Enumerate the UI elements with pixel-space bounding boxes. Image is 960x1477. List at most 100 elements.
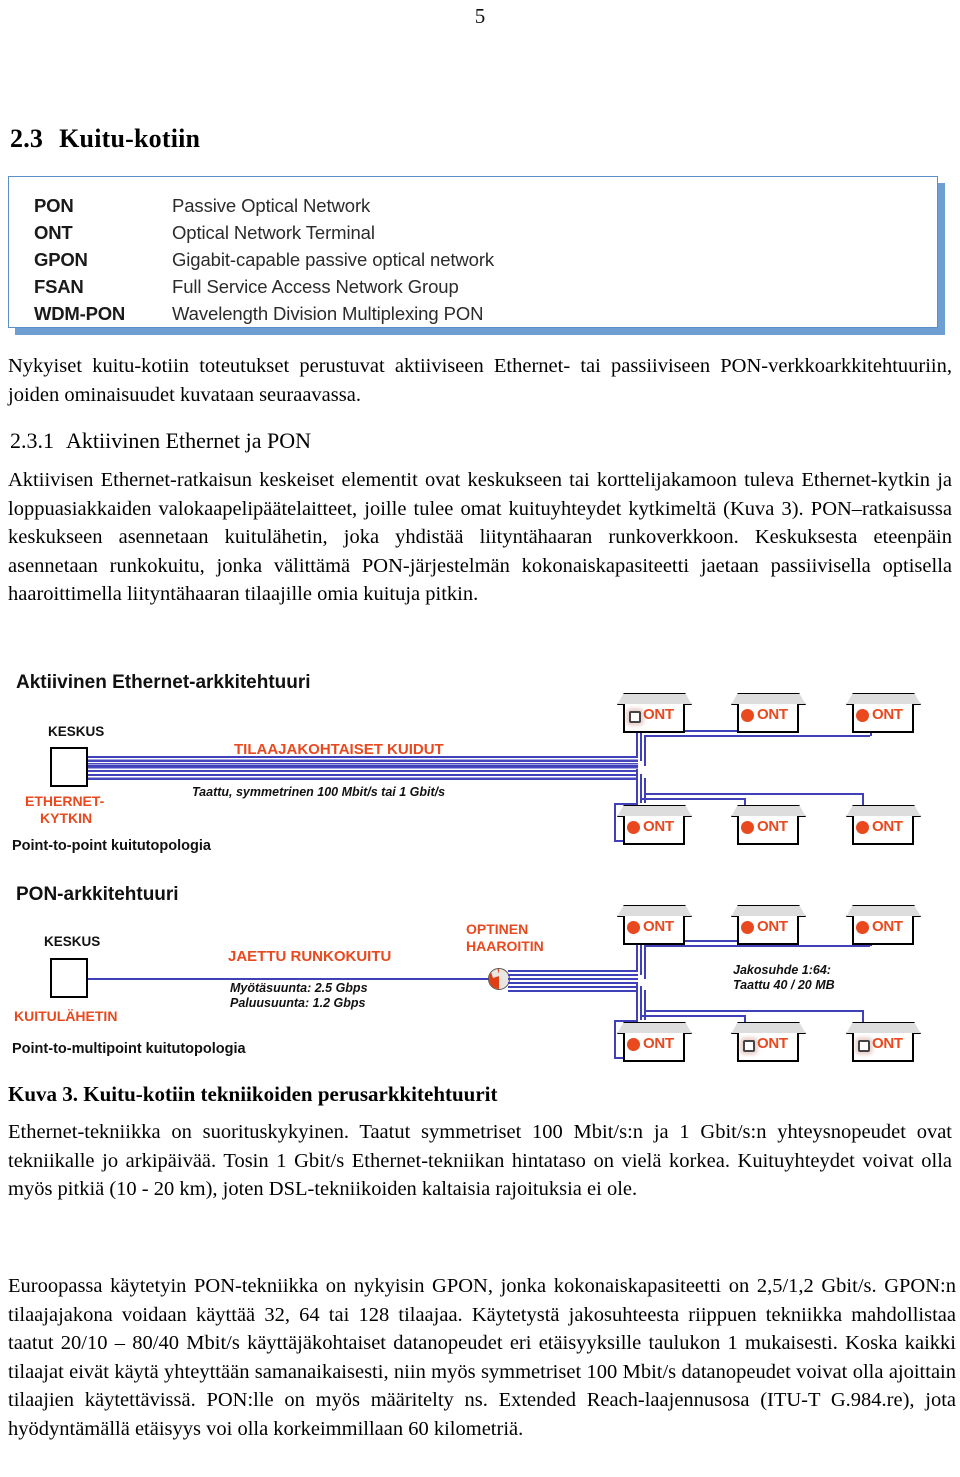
ethernet-fiber-line [88,774,638,776]
definition-term: WDM-PON [34,303,126,324]
ont-label: ONT [872,918,903,935]
ont-indicator-icon [743,1040,755,1052]
subsection-title: Aktiivinen Ethernet ja PON [66,428,312,453]
ont-indicator-icon [627,1038,640,1051]
ont-house: ONT [616,904,693,946]
definition-term: PON [34,195,74,216]
figure-caption: Kuva 3. Kuitu-kotiin tekniikoiden perusa… [8,1082,498,1106]
ethernet-architecture-title: Aktiivinen Ethernet-arkkitehtuuri [16,672,311,693]
ont-house: ONT [730,804,807,846]
ont-house: ONT [845,904,922,946]
ont-label: ONT [872,706,903,723]
pon-splitter-label-line2: HAAROITIN [466,938,544,954]
abbreviation-definition-box: PON Passive Optical Network ONT Optical … [8,176,938,328]
paragraph-ethernet-tekniikka: Ethernet-tekniikka on suorituskykyinen. … [8,1121,952,1200]
ont-label: ONT [757,918,788,935]
pon-distribution-fiber [508,982,638,984]
ont-indicator-icon [629,711,641,723]
ont-label: ONT [757,1035,788,1052]
pon-distribution-fiber [508,978,638,980]
ethernet-riser [640,730,642,761]
ont-house: ONT [730,1021,807,1063]
figure-kuitu-kotiin-architectures: Aktiivinen Ethernet-arkkitehtuuri KESKUS… [0,668,960,1076]
section-title: Kuitu-kotiin [59,124,201,153]
ethernet-fiber-line [88,769,638,772]
ont-house: ONT [616,804,693,846]
ont-house: ONT [730,692,807,734]
ont-label: ONT [643,818,674,835]
ethernet-switch-box [50,747,88,787]
definition-term: FSAN [34,276,84,297]
paragraph-euroopassa: Euroopassa käytetyin PON-tekniikka on ny… [8,1275,956,1440]
pon-split-ratio-line2: Taattu 40 / 20 MB [733,978,835,992]
pon-splitter-label: OPTINEN HAAROITIN [466,921,544,955]
pon-riser [644,945,646,979]
ont-house: ONT [616,692,693,734]
pon-topology-label: Point-to-multipoint kuitutopologia [12,1041,246,1057]
definition-description: Full Service Access Network Group [172,276,459,297]
subsection-number: 2.3.1 [10,428,54,453]
definition-row: ONT Optical Network Terminal [9,218,937,247]
ethernet-fiber-line [88,760,638,763]
subsection-heading: 2.3.1 Aktiivinen Ethernet ja PON [10,428,311,454]
definition-description: Passive Optical Network [172,195,371,216]
pon-split-ratio-note: Jakosuhde 1:64: Taattu 40 / 20 MB [733,963,835,993]
pon-distribution-fiber [508,986,638,988]
definition-description: Optical Network Terminal [172,222,375,243]
ont-indicator-icon [856,709,869,722]
ethernet-drop [640,798,744,800]
document-page: 5 2.3 Kuitu-kotiin PON Passive Optical Ne… [0,0,960,1477]
pon-speed-note-line1: Myötäsuunta: 2.5 Gbps [230,981,368,995]
pon-trunk-fiber [88,978,492,980]
pon-drop [640,1015,744,1017]
pon-speed-note: Myötäsuunta: 2.5 Gbps Paluusuunta: 1.2 G… [230,981,368,1011]
ethernet-fiber-line [88,778,638,781]
page-number: 5 [474,4,486,28]
ont-indicator-icon [856,821,869,834]
definition-description: Wavelength Division Multiplexing PON [172,303,484,324]
ont-label: ONT [872,1035,903,1052]
ont-label: ONT [757,706,788,723]
pon-architecture-title: PON-arkkitehtuuri [16,884,179,905]
ethernet-riser [636,769,638,803]
ont-label: ONT [872,818,903,835]
pon-transmitter-label: KUITULÄHETIN [14,1008,118,1024]
definition-row: GPON Gigabit-capable passive optical net… [9,245,937,274]
pon-split-ratio-line1: Jakosuhde 1:64: [733,963,831,977]
ont-label: ONT [643,1035,674,1052]
ethernet-keskus-label: KESKUS [48,724,105,739]
pon-keskus-label: KESKUS [44,934,101,949]
ethernet-switch-label-line2: KYTKIN [40,810,93,826]
ont-indicator-icon [741,821,754,834]
ethernet-switch-label: ETHERNET- KYTKIN [25,793,104,827]
definition-row: FSAN Full Service Access Network Group [9,272,937,301]
paragraph-intro: Nykyiset kuitu-kotiin toteutukset perust… [8,355,952,406]
ethernet-topology-label: Point-to-point kuitutopologia [12,838,211,854]
pon-riser [636,982,638,1020]
ont-house: ONT [845,804,922,846]
pon-fiber-label: JAETTU RUNKOKUITU [228,948,392,965]
pon-distribution-fiber [508,970,638,972]
pon-distribution-fiber [508,974,638,976]
optical-splitter-icon [488,968,510,990]
pon-drop [644,1010,862,1012]
ont-label: ONT [643,918,674,935]
ont-indicator-icon [741,709,754,722]
ont-indicator-icon [741,921,754,934]
ont-indicator-icon [856,921,869,934]
pon-distribution-fiber [508,990,638,992]
paragraph-aktiivinen-ethernet: Aktiivisen Ethernet-ratkaisun keskeiset … [8,469,952,605]
definition-row: PON Passive Optical Network [9,191,937,220]
ethernet-riser [644,735,646,766]
ont-label: ONT [643,706,674,723]
ethernet-fiber-line [88,765,638,767]
ethernet-switch-label-line1: ETHERNET- [25,793,105,809]
definition-description: Gigabit-capable passive optical network [172,249,495,270]
section-number: 2.3 [10,124,44,153]
ont-house: ONT [845,692,922,734]
definition-term: ONT [34,222,73,243]
definition-term: GPON [34,249,88,270]
page-title: 2.3 Kuitu-kotiin [10,124,200,154]
ethernet-fiber-line [88,756,638,758]
definition-row: WDM-PON Wavelength Division Multiplexing… [9,299,937,328]
